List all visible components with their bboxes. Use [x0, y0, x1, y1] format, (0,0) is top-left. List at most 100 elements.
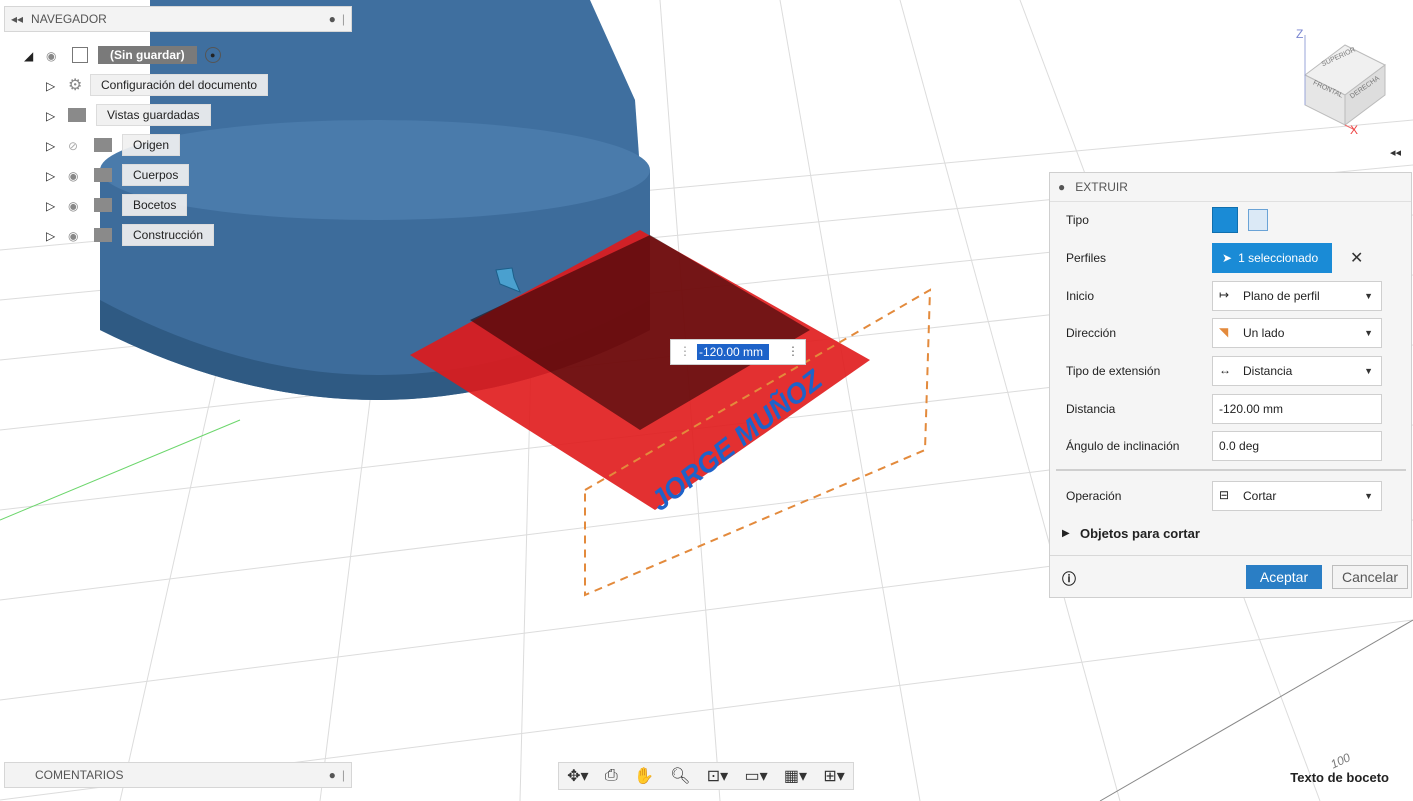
chevron-down-icon: ▼	[1364, 366, 1373, 376]
expanded-triangle-icon[interactable]: ◢	[24, 49, 36, 63]
thin-extrude-icon[interactable]	[1248, 209, 1268, 231]
comments-panel[interactable]: COMENTARIOS ● |	[4, 762, 352, 788]
expand-triangle-icon[interactable]: ▶	[1062, 528, 1070, 539]
look-at-icon[interactable]: ⎙	[605, 767, 618, 785]
tree-root[interactable]: ◢ ◉ (Sin guardar) ●	[24, 44, 221, 66]
direction-value: Un lado	[1243, 326, 1285, 340]
row-taper: Ángulo de inclinación 0.0 deg	[1050, 430, 1411, 462]
orbit-icon[interactable]: ✥▾	[567, 766, 588, 786]
tree-label[interactable]: Construcción	[122, 224, 215, 246]
eye-icon[interactable]: ◉	[46, 49, 64, 63]
collapsed-triangle-icon[interactable]: ▷	[46, 139, 58, 153]
profiles-label: Perfiles	[1066, 251, 1107, 265]
green-axis	[0, 419, 241, 521]
divider	[1050, 555, 1411, 556]
display-settings-icon[interactable]: ▭▾	[744, 766, 767, 786]
start-value: Plano de perfil	[1243, 289, 1320, 303]
axis-z-label: Z	[1296, 27, 1303, 41]
operation-dropdown[interactable]: ⊟ Cortar ▼	[1212, 481, 1382, 511]
folder-icon	[94, 138, 112, 152]
extrude-header[interactable]: ● EXTRUIR	[1050, 173, 1411, 202]
distance-label: Distancia	[1066, 402, 1116, 416]
minimize-icon[interactable]: ●	[1058, 180, 1065, 194]
tree-label[interactable]: Origen	[122, 134, 181, 156]
operation-label: Operación	[1066, 489, 1122, 503]
row-extent: Tipo de extensión ↔ Distancia ▼	[1050, 355, 1411, 387]
extrude-dialog: ● EXTRUIR Tipo Perfiles ➤ 1 seleccionado…	[1049, 172, 1412, 598]
resize-handle-icon[interactable]: |	[342, 768, 345, 782]
eye-hidden-icon[interactable]: ⊘	[68, 139, 86, 153]
tree-label[interactable]: Vistas guardadas	[96, 104, 211, 126]
root-label[interactable]: (Sin guardar)	[98, 46, 197, 64]
collapsed-triangle-icon[interactable]: ▷	[46, 79, 58, 93]
tree-item-origin[interactable]: ▷ ⊘ Origen	[46, 134, 181, 156]
distance-inline-input[interactable]: -120.00 mm	[697, 344, 769, 360]
folder-icon	[94, 228, 112, 242]
divider	[1056, 469, 1406, 471]
navigator-header[interactable]: ◂◂ NAVEGADOR ● |	[4, 6, 352, 32]
row-operation: Operación ⊟ Cortar ▼	[1050, 480, 1411, 512]
collapsed-triangle-icon[interactable]: ▷	[46, 199, 58, 213]
start-dropdown[interactable]: ↦ Plano de perfil ▼	[1212, 281, 1382, 311]
folder-icon	[94, 168, 112, 182]
objects-to-cut-group[interactable]: ▶ Objetos para cortar	[1050, 517, 1411, 549]
collapse-icon[interactable]: ◂◂	[11, 12, 23, 26]
distance-icon: ↔	[1219, 363, 1231, 377]
collapsed-triangle-icon[interactable]: ▷	[46, 169, 58, 183]
distance-field[interactable]: -120.00 mm	[1212, 394, 1382, 424]
clear-selection-icon[interactable]: ✕	[1350, 248, 1363, 268]
tree-item-construction[interactable]: ▷ ◉ Construcción	[46, 224, 215, 246]
tree-label[interactable]: Configuración del documento	[90, 74, 269, 96]
folder-icon	[94, 198, 112, 212]
collapsed-triangle-icon[interactable]: ▷	[46, 229, 58, 243]
type-label: Tipo	[1066, 213, 1089, 227]
folder-icon	[68, 108, 86, 122]
collapsed-triangle-icon[interactable]: ▷	[46, 109, 58, 123]
eye-icon[interactable]: ◉	[68, 169, 86, 183]
objects-to-cut-label[interactable]: Objetos para cortar	[1080, 526, 1200, 541]
more-icon[interactable]: ⋮	[787, 344, 799, 358]
chevron-down-icon: ▼	[1364, 328, 1373, 338]
status-text: Texto de boceto	[1290, 770, 1389, 785]
tree-label[interactable]: Bocetos	[122, 194, 188, 216]
activate-icon[interactable]: ●	[204, 47, 221, 63]
document-icon	[72, 47, 88, 63]
view-cube[interactable]: SUPERIOR FRONTAL DERECHA Z X	[1296, 27, 1386, 137]
direction-dropdown[interactable]: ◥ Un lado ▼	[1212, 318, 1382, 348]
comments-title: COMENTARIOS	[35, 768, 124, 782]
axis-x-label: X	[1350, 123, 1358, 137]
pan-icon[interactable]: ✋	[634, 766, 654, 786]
eye-icon[interactable]: ◉	[68, 199, 86, 213]
drag-handle-icon[interactable]: ⋮	[679, 344, 691, 358]
fit-icon[interactable]: ⊡▾	[707, 766, 728, 786]
row-start: Inicio ↦ Plano de perfil ▼	[1050, 280, 1411, 312]
zoom-icon[interactable]: 🔍︎	[670, 766, 690, 786]
tree-item-bodies[interactable]: ▷ ◉ Cuerpos	[46, 164, 190, 186]
gear-icon: ⚙	[68, 77, 83, 94]
cancel-button[interactable]: Cancelar	[1332, 565, 1408, 589]
grid-scale-label: 100	[1328, 750, 1352, 771]
tree-item-views[interactable]: ▷ Vistas guardadas	[46, 104, 211, 126]
tree-label[interactable]: Cuerpos	[122, 164, 190, 186]
info-icon[interactable]: ⓘ	[1062, 569, 1076, 589]
profiles-value: 1 seleccionado	[1238, 251, 1319, 265]
tree-item-sketches[interactable]: ▷ ◉ Bocetos	[46, 194, 188, 216]
taper-angle-field[interactable]: 0.0 deg	[1212, 431, 1382, 461]
collapse-panel-icon[interactable]: ◂◂	[1390, 146, 1401, 159]
eye-icon[interactable]: ◉	[68, 229, 86, 243]
extent-dropdown[interactable]: ↔ Distancia ▼	[1212, 356, 1382, 386]
distance-manipulator[interactable]: ⋮ -120.00 mm ⋮	[670, 339, 806, 365]
grid-settings-icon[interactable]: ▦▾	[784, 766, 807, 786]
resize-handle-icon[interactable]: |	[342, 12, 345, 26]
minimize-icon[interactable]: ●	[329, 12, 336, 26]
solid-extrude-icon[interactable]	[1212, 207, 1238, 233]
add-comment-icon[interactable]: ●	[329, 768, 336, 782]
extent-label: Tipo de extensión	[1066, 364, 1161, 378]
tree-item-config[interactable]: ▷ ⚙ Configuración del documento	[46, 74, 269, 96]
navigation-toolbar: ✥▾ ⎙ ✋ 🔍︎ ⊡▾ ▭▾ ▦▾ ⊞▾	[558, 762, 854, 790]
viewports-icon[interactable]: ⊞▾	[823, 766, 844, 786]
start-label: Inicio	[1066, 289, 1095, 303]
profiles-select-button[interactable]: ➤ 1 seleccionado	[1212, 243, 1332, 273]
ok-button[interactable]: Aceptar	[1246, 565, 1322, 589]
taper-label: Ángulo de inclinación	[1066, 439, 1180, 453]
